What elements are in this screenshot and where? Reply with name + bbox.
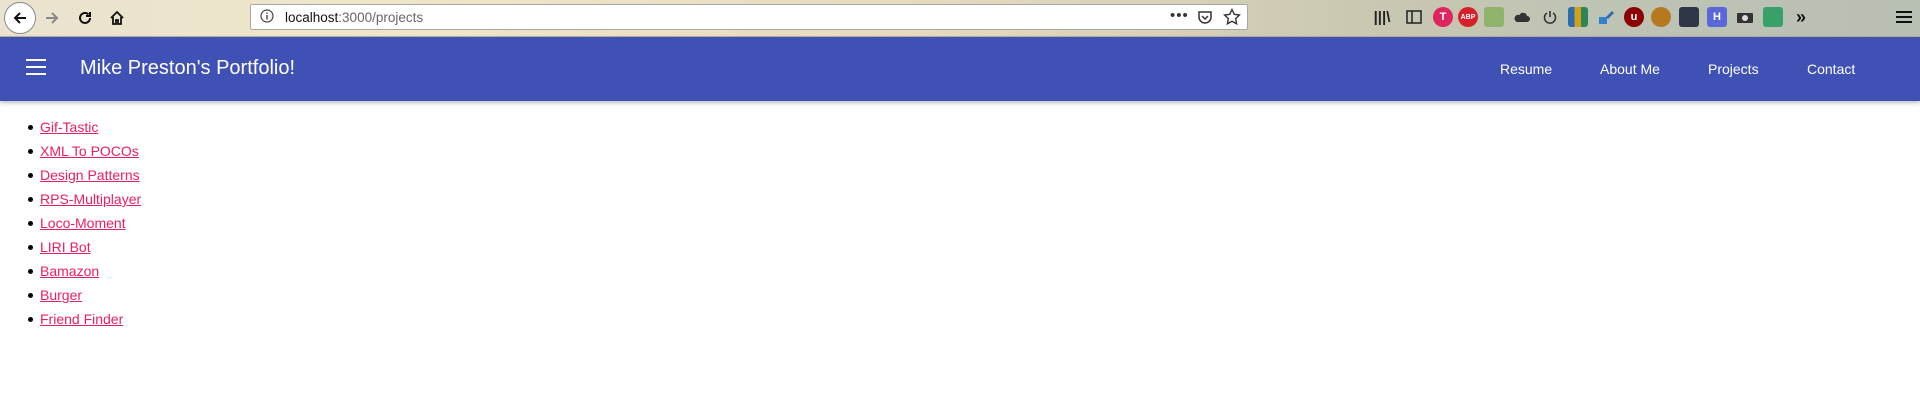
page-actions-icon[interactable]: •••	[1170, 7, 1189, 24]
sheet-icon[interactable]	[1763, 7, 1783, 27]
browser-toolbar: localhost:3000/projects ••• |||\ T ABP u…	[0, 0, 1920, 37]
cookie-icon[interactable]	[1651, 7, 1671, 27]
url-host: localhost	[285, 10, 339, 25]
hat-icon[interactable]	[1679, 7, 1699, 27]
home-icon	[110, 10, 124, 25]
tumblr-icon[interactable]: T	[1433, 7, 1453, 27]
extension-icon[interactable]	[1484, 7, 1504, 27]
url-text[interactable]: localhost:3000/projects	[285, 10, 423, 25]
project-link-friend-finder[interactable]: Friend Finder	[40, 311, 123, 327]
nav-link-resume[interactable]: Resume	[1500, 61, 1552, 77]
bookmark-star-icon[interactable]	[1222, 7, 1242, 31]
list-item: RPS-Multiplayer	[27, 187, 141, 211]
list-item: Design Patterns	[27, 163, 141, 187]
camera-icon[interactable]	[1735, 7, 1755, 27]
nav-link-projects[interactable]: Projects	[1708, 61, 1759, 77]
list-item: XML To POCOs	[27, 139, 141, 163]
project-link-xml-to-pocos[interactable]: XML To POCOs	[40, 143, 139, 159]
paint-icon[interactable]	[1596, 7, 1616, 27]
library-icon[interactable]: |||\	[1372, 7, 1392, 27]
h-icon[interactable]: H	[1707, 7, 1727, 27]
list-item: Loco-Moment	[27, 211, 141, 235]
list-item: Bamazon	[27, 259, 141, 283]
app-header: Mike Preston's Portfolio! Resume About M…	[0, 37, 1920, 101]
home-button[interactable]	[103, 4, 131, 32]
ublock-icon[interactable]: u	[1624, 7, 1644, 27]
cloud-icon[interactable]	[1512, 7, 1532, 27]
pocket-icon[interactable]	[1197, 9, 1213, 30]
reader-icon[interactable]	[1404, 7, 1424, 27]
page-title: Mike Preston's Portfolio!	[80, 57, 296, 79]
bookmarks-icon[interactable]	[1568, 7, 1588, 27]
reload-icon	[79, 11, 91, 24]
overflow-icon[interactable]: »	[1791, 7, 1811, 27]
reload-button[interactable]	[71, 4, 99, 32]
list-item: Burger	[27, 283, 141, 307]
power-icon[interactable]	[1540, 7, 1560, 27]
project-link-loco-moment[interactable]: Loco-Moment	[40, 215, 126, 231]
project-list: Gif-Tastic XML To POCOs Design Patterns …	[27, 115, 141, 331]
project-link-burger[interactable]: Burger	[40, 287, 82, 303]
url-path: :3000/projects	[338, 10, 424, 25]
back-button[interactable]	[4, 2, 36, 34]
list-item: Gif-Tastic	[27, 115, 141, 139]
address-bar[interactable]: localhost:3000/projects •••	[250, 4, 1248, 30]
list-item: Friend Finder	[27, 307, 141, 331]
extension-toolbar: |||\ T ABP u H »	[1370, 7, 1912, 29]
forward-arrow-icon	[46, 12, 59, 24]
project-link-liri-bot[interactable]: LIRI Bot	[40, 239, 91, 255]
project-link-bamazon[interactable]: Bamazon	[40, 263, 99, 279]
project-link-rps-multiplayer[interactable]: RPS-Multiplayer	[40, 191, 141, 207]
nav-link-about-me[interactable]: About Me	[1600, 61, 1660, 77]
forward-button[interactable]	[38, 4, 66, 32]
nav-link-contact[interactable]: Contact	[1807, 61, 1855, 77]
project-link-gif-tastic[interactable]: Gif-Tastic	[40, 119, 98, 135]
adblock-plus-icon[interactable]: ABP	[1458, 7, 1478, 27]
hamburger-menu-icon[interactable]	[1894, 7, 1914, 27]
list-item: LIRI Bot	[27, 235, 141, 259]
site-info-icon[interactable]	[260, 9, 274, 28]
project-link-design-patterns[interactable]: Design Patterns	[40, 167, 140, 183]
back-arrow-icon	[13, 12, 26, 24]
menu-icon[interactable]	[26, 59, 46, 75]
